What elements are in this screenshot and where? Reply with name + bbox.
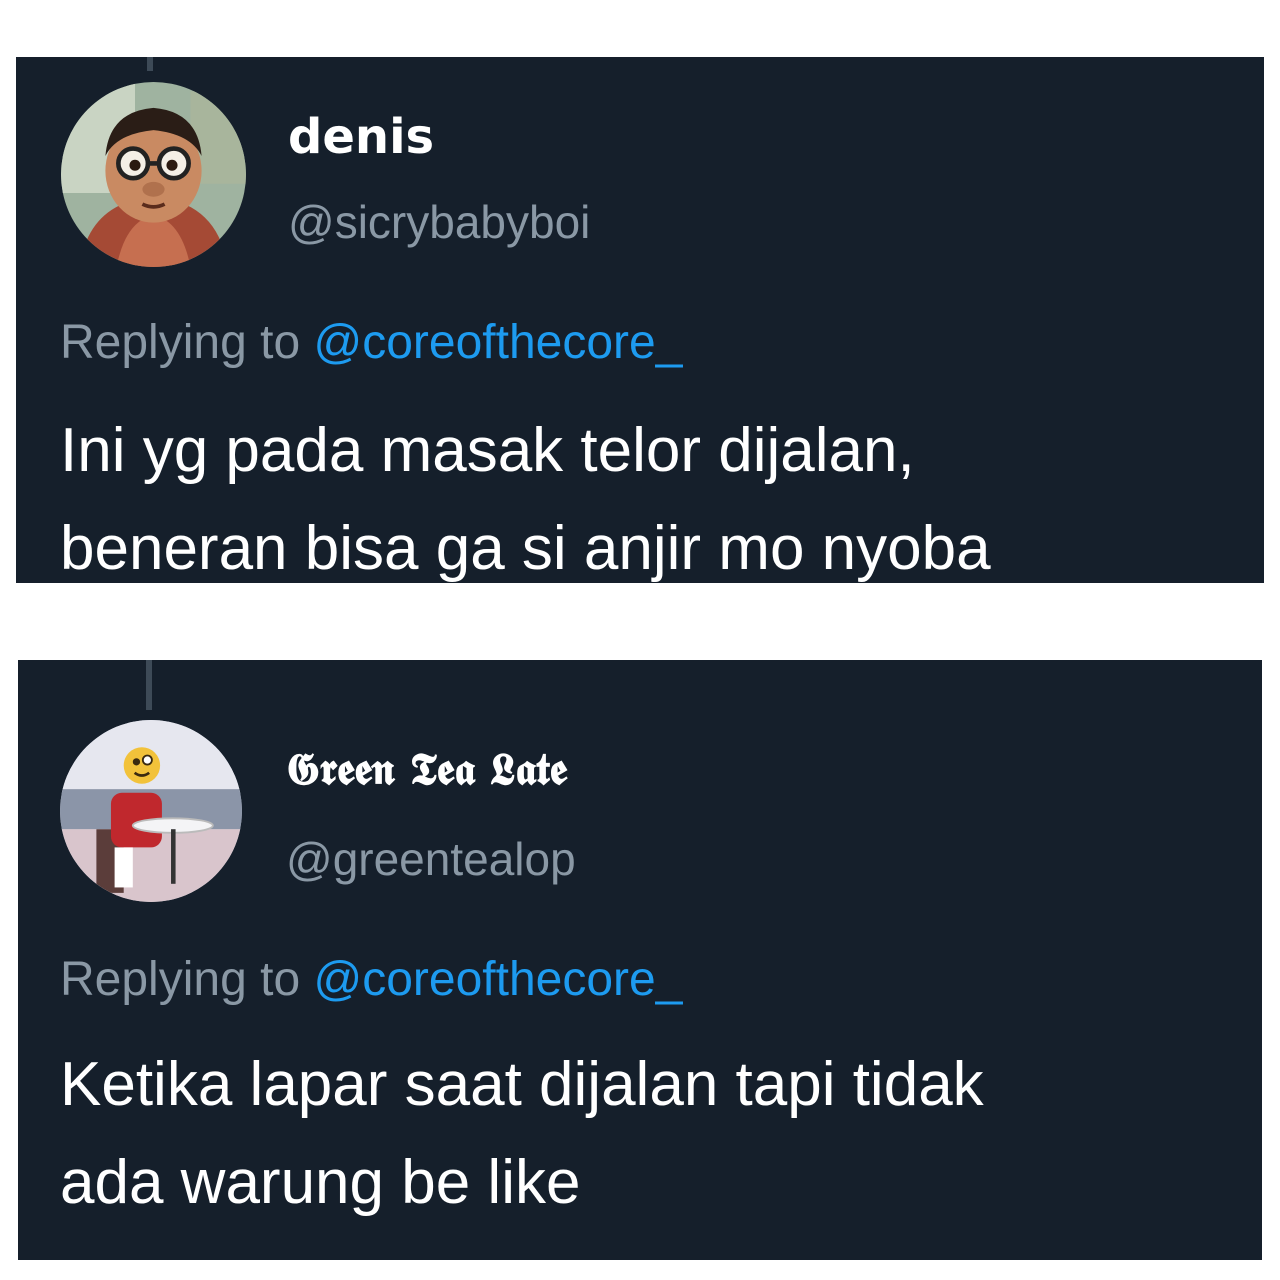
tweet-card[interactable]: 𝕲𝖗𝖊𝖊𝖓 𝕿𝖊𝖆 𝕷𝖆𝖙𝖊 @greentealop Replying to …: [18, 660, 1262, 1260]
cartoon-boy-glasses-avatar-icon: [61, 82, 246, 267]
replying-to-line: Replying to @coreofthecore_: [60, 952, 682, 1007]
tweet-text-line: beneran bisa ga si anjir mo nyoba: [60, 514, 991, 583]
tweet-text: Ini yg pada masak telor dijalan, beneran…: [60, 402, 991, 583]
thread-connector-line: [146, 660, 152, 710]
thread-connector-line: [147, 57, 153, 71]
reply-handle-link[interactable]: @coreofthecore_: [313, 953, 682, 1006]
person-emoji-face-avatar-icon: [60, 720, 242, 902]
tweet-text-line: ada warung be like: [60, 1148, 581, 1217]
avatar[interactable]: [61, 82, 246, 267]
tweet-text-line: Ini yg pada masak telor dijalan,: [60, 416, 915, 485]
tweet-text-line: Ketika lapar saat dijalan tapi tidak: [60, 1050, 984, 1119]
reply-handle-link[interactable]: @coreofthecore_: [313, 316, 682, 369]
display-name[interactable]: denis: [288, 109, 434, 165]
tweet-text: Ketika lapar saat dijalan tapi tidak ada…: [60, 1036, 984, 1232]
replying-to-line: Replying to @coreofthecore_: [60, 315, 682, 370]
display-name[interactable]: 𝕲𝖗𝖊𝖊𝖓 𝕿𝖊𝖆 𝕷𝖆𝖙𝖊: [286, 744, 567, 795]
replying-to-label: Replying to: [60, 316, 301, 369]
avatar[interactable]: [60, 720, 242, 902]
tweet-card[interactable]: denis @sicrybabyboi Replying to @coreoft…: [16, 57, 1264, 583]
replying-to-label: Replying to: [60, 953, 301, 1006]
user-handle[interactable]: @greentealop: [286, 832, 576, 886]
user-handle[interactable]: @sicrybabyboi: [288, 195, 590, 249]
